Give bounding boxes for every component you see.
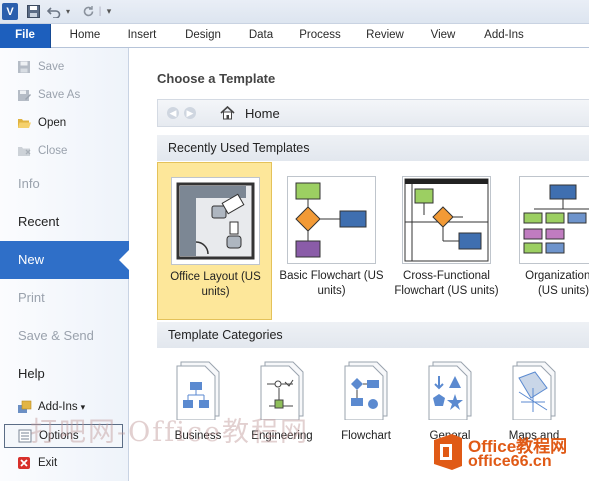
template-label: Cross-Functional Flowchart (US units) <box>394 270 499 297</box>
tab-review[interactable]: Review <box>358 24 412 48</box>
engineering-category-icon <box>259 358 307 421</box>
general-category-icon <box>427 358 475 421</box>
close-command[interactable]: Close <box>16 141 67 161</box>
template-office-layout[interactable]: Office Layout (US units) <box>157 162 272 320</box>
cross-functional-thumbnail <box>402 176 491 264</box>
category-label: Flowchart <box>341 430 391 442</box>
section-help[interactable]: Help <box>0 355 129 393</box>
home-icon[interactable] <box>220 105 235 123</box>
exit-command[interactable]: Exit <box>16 453 57 473</box>
section-new[interactable]: New <box>0 241 130 279</box>
tab-design[interactable]: Design <box>176 24 230 48</box>
tab-home[interactable]: Home <box>60 24 110 48</box>
redo-icon[interactable] <box>80 3 96 20</box>
customize-icon[interactable]: ▾ <box>104 3 114 20</box>
ribbon-tabs: File Home Insert Design Data Process Rev… <box>0 24 589 48</box>
visio-logo-icon: V <box>2 3 18 20</box>
category-engineering[interactable]: Engineering <box>241 353 323 481</box>
page-title: Choose a Template <box>157 71 276 86</box>
add-ins-label: Add-Ins <box>38 401 78 413</box>
template-label: Organization C(US units) <box>525 270 589 297</box>
flowchart-category-icon <box>343 358 391 421</box>
options-icon <box>17 428 33 444</box>
breadcrumb-home[interactable]: Home <box>245 106 280 121</box>
add-ins-icon <box>16 399 32 415</box>
save-as-command[interactable]: Save As <box>16 85 80 105</box>
category-label: Engineering <box>251 430 313 442</box>
exit-label: Exit <box>38 457 58 469</box>
save-as-label: Save As <box>38 89 81 101</box>
section-print[interactable]: Print <box>0 279 129 317</box>
organization-chart-thumbnail <box>519 176 589 264</box>
section-save-and-send[interactable]: Save & Send <box>0 317 129 355</box>
back-arrow-icon[interactable]: ◀ <box>167 107 179 119</box>
tab-insert[interactable]: Insert <box>117 24 167 48</box>
template-navigation-bar: ◀ ▶ Home <box>157 99 589 127</box>
backstage-nav: Save Save As Open Close Info Recent New … <box>0 48 130 481</box>
template-chooser: Choose a Template ◀ ▶ Home Recently Used… <box>130 48 589 481</box>
separator-icon: | <box>98 6 102 17</box>
category-flowchart[interactable]: Flowchart <box>325 353 407 481</box>
open-folder-icon <box>16 115 32 131</box>
recent-templates-header: Recently Used Templates <box>157 135 589 161</box>
template-basic-flowchart[interactable]: Basic Flowchart (US units) <box>274 162 389 320</box>
category-general[interactable]: General <box>409 353 491 481</box>
tab-file[interactable]: File <box>0 24 51 48</box>
add-ins-command[interactable]: Add-Ins ▾ <box>16 397 85 417</box>
section-info[interactable]: Info <box>0 165 129 203</box>
undo-icon[interactable] <box>46 3 62 20</box>
category-maps-and-floor-plans[interactable]: Maps and <box>493 353 575 481</box>
close-label: Close <box>38 145 68 157</box>
quick-access-toolbar: V ▾ | ▾ <box>0 0 589 24</box>
tab-view[interactable]: View <box>421 24 465 48</box>
add-ins-dropdown-icon: ▾ <box>80 401 86 412</box>
exit-icon <box>16 455 32 471</box>
category-label: Business <box>174 430 222 442</box>
save-label: Save <box>38 61 65 73</box>
category-business[interactable]: Business <box>157 353 239 481</box>
category-label: Maps and <box>508 430 560 442</box>
template-organization-chart[interactable]: Organization C(US units) <box>506 162 589 320</box>
save-icon[interactable] <box>26 3 40 20</box>
tab-add-ins[interactable]: Add-Ins <box>475 24 533 48</box>
template-categories-header: Template Categories <box>157 322 589 348</box>
tab-process[interactable]: Process <box>292 24 348 48</box>
open-command[interactable]: Open <box>16 113 66 133</box>
undo-dropdown-icon[interactable]: ▾ <box>64 3 72 20</box>
save-command[interactable]: Save <box>16 57 64 77</box>
section-recent[interactable]: Recent <box>0 203 129 241</box>
template-label: Basic Flowchart (US units) <box>279 270 384 297</box>
maps-category-icon <box>511 358 559 421</box>
close-folder-icon <box>16 143 32 159</box>
office-layout-thumbnail <box>171 177 260 265</box>
save-as-icon <box>16 87 32 103</box>
forward-arrow-icon[interactable]: ▶ <box>184 107 196 119</box>
options-label: Options <box>39 430 79 442</box>
save-icon <box>16 59 32 75</box>
category-label: General <box>429 430 471 442</box>
tab-data[interactable]: Data <box>240 24 282 48</box>
business-category-icon <box>175 358 223 421</box>
template-label: Office Layout (US units) <box>170 271 261 298</box>
template-cross-functional-flowchart[interactable]: Cross-Functional Flowchart (US units) <box>389 162 504 320</box>
basic-flowchart-thumbnail <box>287 176 376 264</box>
options-command[interactable]: Options <box>4 424 123 448</box>
open-label: Open <box>38 117 67 129</box>
